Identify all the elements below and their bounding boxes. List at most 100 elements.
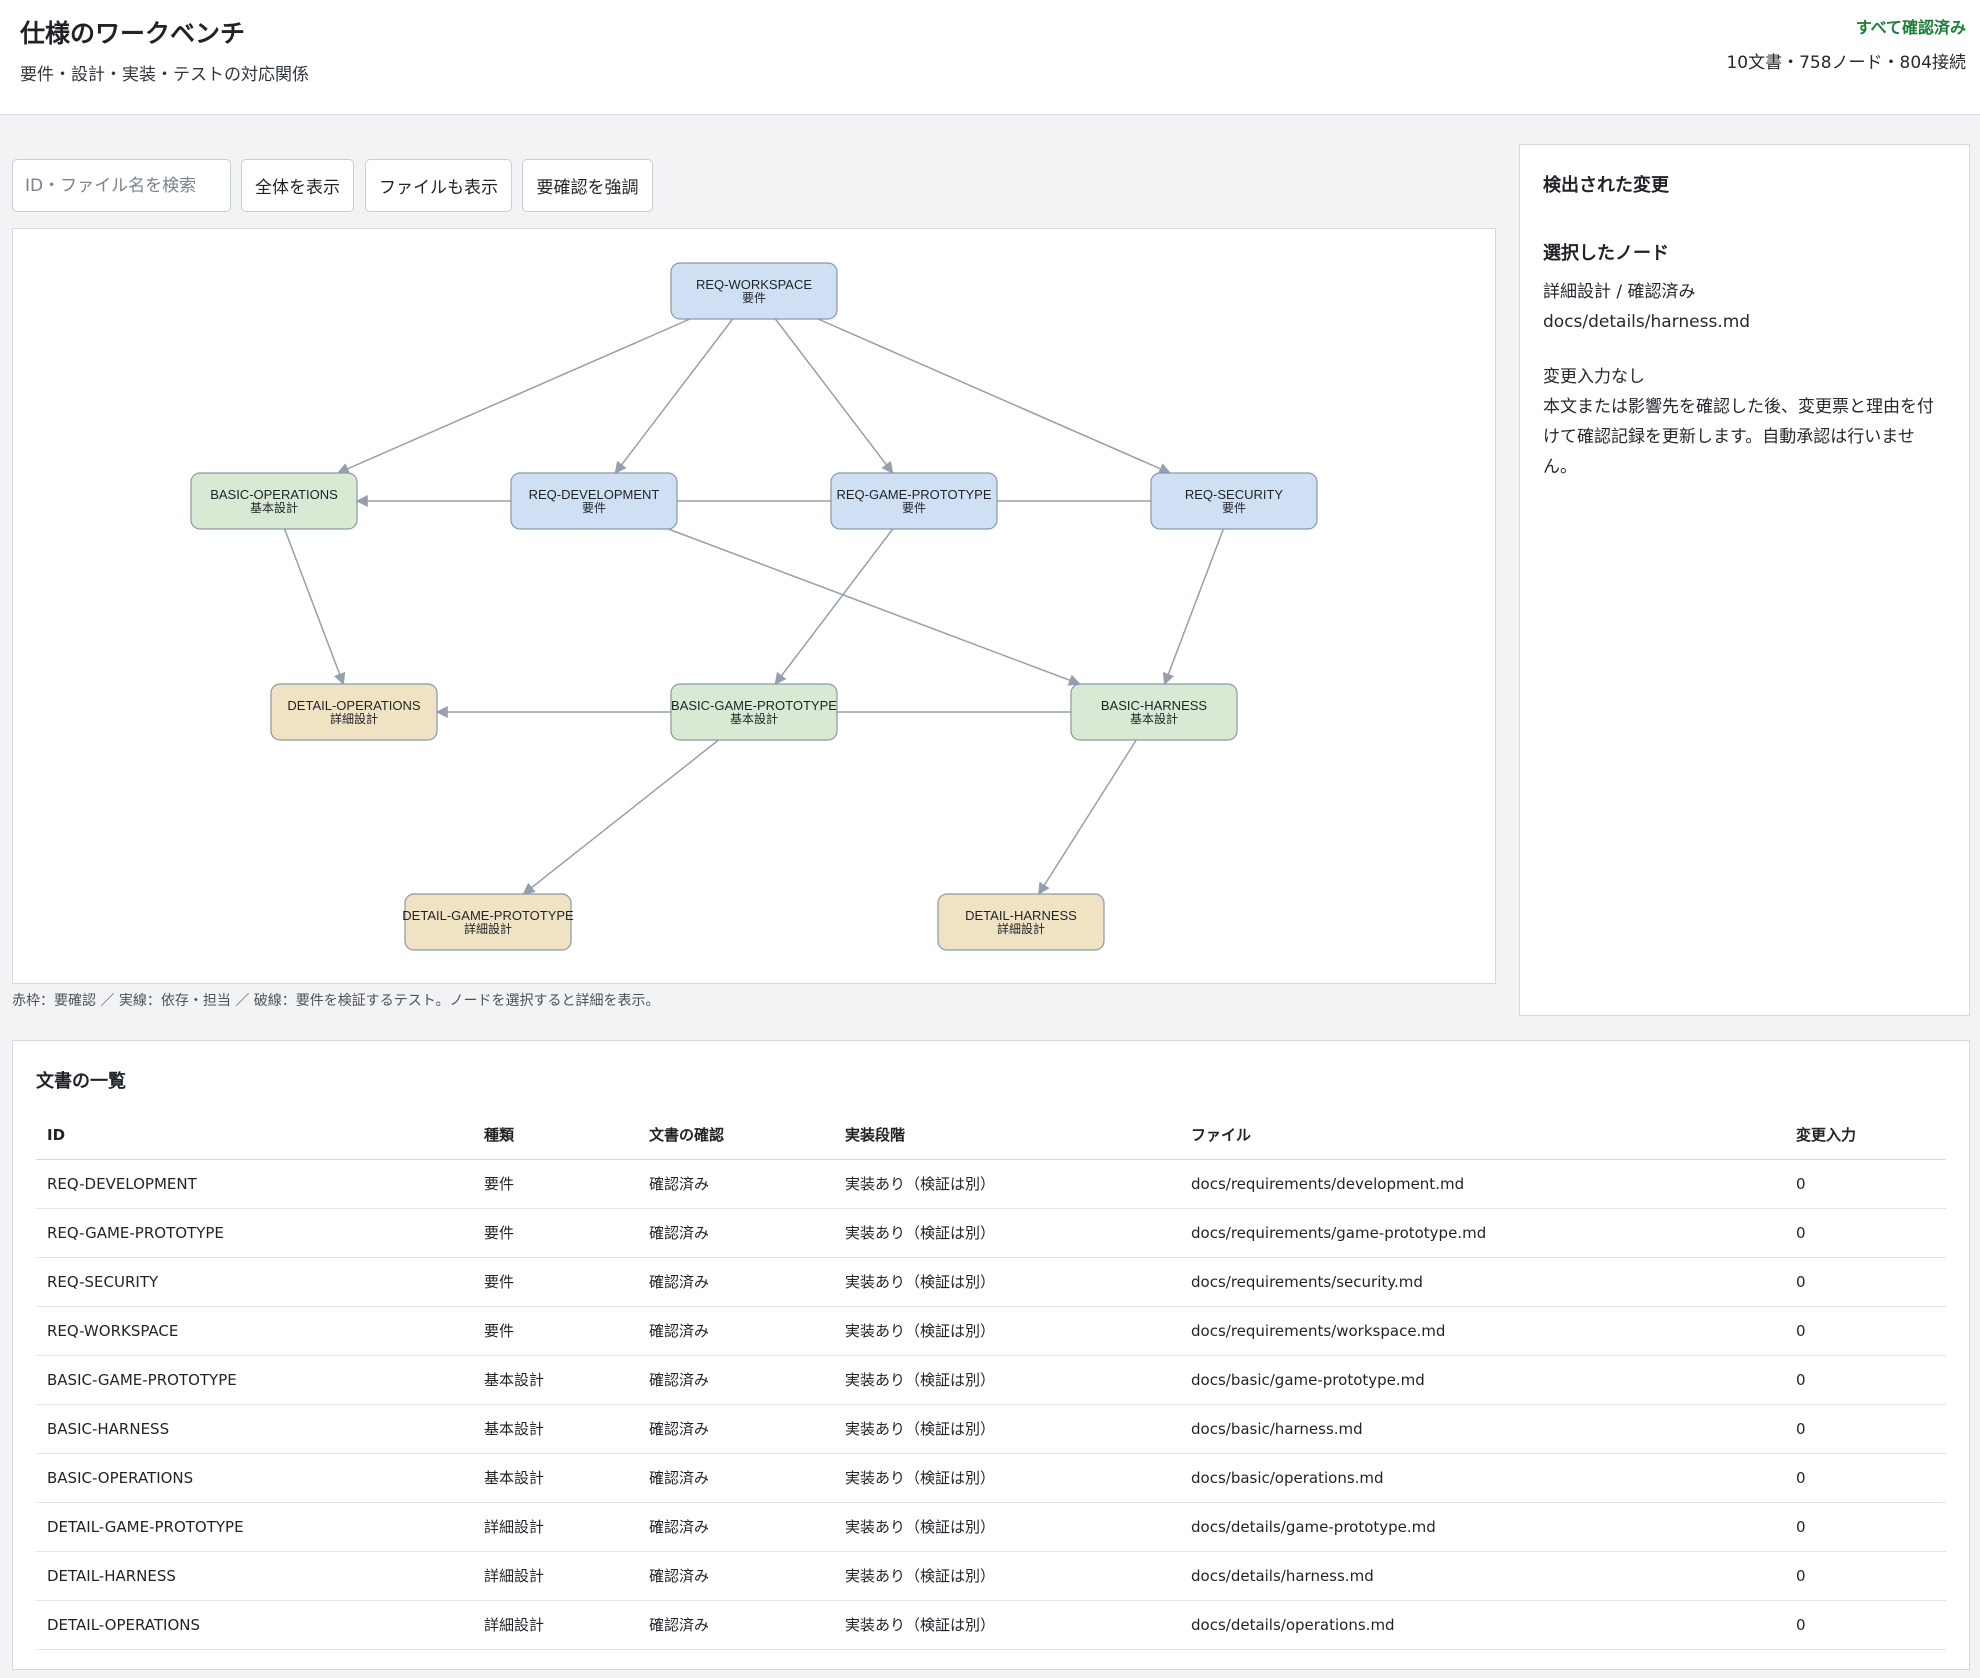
graph-node-id: REQ-GAME-PROTOTYPE	[836, 487, 991, 502]
table-row[interactable]: REQ-WORKSPACE 要件 確認済み 実装あり（検証は別） docs/requir…	[36, 1306, 1946, 1356]
column-header: ID	[36, 1111, 473, 1160]
graph-node-kind: 詳細設計	[997, 921, 1045, 936]
graph-edge	[1038, 739, 1137, 896]
graph-node-kind: 基本設計	[250, 500, 298, 515]
app-title: 仕様のワークベンチ	[20, 19, 246, 48]
graph-node[interactable]: REQ-WORKSPACE要件	[670, 262, 838, 320]
table-cell: 0	[1785, 1257, 1946, 1307]
table-cell: 詳細設計	[473, 1551, 638, 1601]
table-cell: 0	[1785, 1404, 1946, 1454]
graph-node-kind: 要件	[902, 501, 926, 515]
graph-node[interactable]: BASIC-OPERATIONS基本設計	[190, 472, 358, 530]
search-input[interactable]	[12, 159, 231, 212]
graph-node-id: BASIC-GAME-PROTOTYPE	[671, 698, 837, 713]
show-all-button[interactable]: 全体を表示	[241, 159, 354, 212]
table-row[interactable]: BASIC-OPERATIONS 基本設計 確認済み 実装あり（検証は別） docs/b…	[36, 1453, 1946, 1503]
table-cell: docs/basic/operations.md	[1180, 1453, 1785, 1503]
table-cell: 実装あり（検証は別）	[834, 1551, 1180, 1601]
table-cell: 0	[1785, 1502, 1946, 1552]
graph-legend: 赤枠：要確認 ／ 実線：依存・担当 ／ 破線：要件を検証するテスト。ノードを選択…	[12, 993, 660, 1009]
table-cell: REQ-WORKSPACE	[36, 1306, 473, 1356]
table-cell: 実装あり（検証は別）	[834, 1159, 1180, 1209]
table-cell: docs/basic/harness.md	[1180, 1404, 1785, 1454]
graph-node[interactable]: REQ-DEVELOPMENT要件	[510, 472, 678, 530]
stats-summary: 10文書・758ノード・804接続	[1726, 53, 1966, 73]
graph-edge	[774, 318, 894, 474]
graph-node[interactable]: DETAIL-GAME-PROTOTYPE詳細設計	[402, 893, 574, 951]
highlight-review-button[interactable]: 要確認を強調	[522, 159, 653, 212]
table-cell: 詳細設計	[473, 1502, 638, 1552]
table-row[interactable]: REQ-GAME-PROTOTYPE 要件 確認済み 実装あり（検証は別） docs/r…	[36, 1208, 1946, 1258]
table-cell: REQ-SECURITY	[36, 1257, 473, 1307]
graph-node-kind: 要件	[582, 501, 606, 515]
documents-table: ID 種類 文書の確認 実装段階 ファイル 変更入力 REQ-DEVELOPME…	[36, 1111, 1946, 1650]
table-row[interactable]: BASIC-GAME-PROTOTYPE 基本設計 確認済み 実装あり（検証は別） do…	[36, 1355, 1946, 1405]
table-cell: 0	[1785, 1551, 1946, 1601]
graph-node[interactable]: REQ-GAME-PROTOTYPE要件	[830, 472, 998, 530]
graph-edge	[614, 318, 734, 474]
table-cell: docs/requirements/workspace.md	[1180, 1306, 1785, 1356]
table-cell: 確認済み	[638, 1404, 834, 1454]
table-cell: docs/requirements/game-prototype.md	[1180, 1208, 1785, 1258]
graph-node-kind: 詳細設計	[464, 921, 512, 936]
table-cell: 要件	[473, 1159, 638, 1209]
selected-node-heading: 選択したノード	[1543, 243, 1669, 264]
dependency-graph: REQ-WORKSPACE要件 BASIC-OPERATIONS基本設計 REQ-D…	[190, 262, 1318, 951]
table-row[interactable]: BASIC-HARNESS 基本設計 確認済み 実装あり（検証は別） docs/basi…	[36, 1404, 1946, 1454]
graph-node[interactable]: BASIC-GAME-PROTOTYPE基本設計	[670, 683, 838, 741]
graph-node-id: DETAIL-GAME-PROTOTYPE	[402, 908, 574, 923]
graph-edge	[817, 318, 1172, 475]
graph-node[interactable]: DETAIL-HARNESS詳細設計	[937, 893, 1105, 951]
table-row[interactable]: DETAIL-OPERATIONS 詳細設計 確認済み 実装あり（検証は別） docs/…	[36, 1600, 1946, 1650]
table-cell: 基本設計	[473, 1453, 638, 1503]
table-row[interactable]: DETAIL-GAME-PROTOTYPE 詳細設計 確認済み 実装あり（検証は別） d…	[36, 1502, 1946, 1552]
table-cell: docs/details/harness.md	[1180, 1551, 1785, 1601]
table-cell: REQ-DEVELOPMENT	[36, 1159, 473, 1209]
table-cell: BASIC-GAME-PROTOTYPE	[36, 1355, 473, 1405]
table-cell: 基本設計	[473, 1404, 638, 1454]
table-cell: 確認済み	[638, 1257, 834, 1307]
table-cell: 確認済み	[638, 1306, 834, 1356]
table-cell: 要件	[473, 1306, 638, 1356]
graph-edge	[522, 739, 719, 895]
table-cell: 実装あり（検証は別）	[834, 1355, 1180, 1405]
table-row[interactable]: REQ-SECURITY 要件 確認済み 実装あり（検証は別） docs/require…	[36, 1257, 1946, 1307]
table-cell: 実装あり（検証は別）	[834, 1404, 1180, 1454]
table-cell: 0	[1785, 1159, 1946, 1209]
graph-edge	[668, 528, 1081, 686]
table-cell: 確認済み	[638, 1208, 834, 1258]
table-cell: 実装あり（検証は別）	[834, 1306, 1180, 1356]
table-cell: docs/details/operations.md	[1180, 1600, 1785, 1650]
table-cell: 確認済み	[638, 1159, 834, 1209]
table-cell: docs/requirements/development.md	[1180, 1159, 1785, 1209]
table-cell: DETAIL-GAME-PROTOTYPE	[36, 1502, 473, 1552]
graph-node[interactable]: BASIC-HARNESS基本設計	[1070, 683, 1238, 741]
table-cell: DETAIL-OPERATIONS	[36, 1600, 473, 1650]
table-cell: BASIC-HARNESS	[36, 1404, 473, 1454]
status-badge: すべて確認済み	[1855, 18, 1966, 37]
show-files-button[interactable]: ファイルも表示	[365, 159, 512, 212]
side-panel: 検出された変更 選択したノード 詳細設計 / 確認済み docs/details…	[1519, 144, 1970, 1016]
graph-node[interactable]: DETAIL-OPERATIONS詳細設計	[270, 683, 438, 741]
table-cell: 0	[1785, 1453, 1946, 1503]
table-row[interactable]: REQ-DEVELOPMENT 要件 確認済み 実装あり（検証は別） docs/requ…	[36, 1159, 1946, 1209]
graph-edge	[336, 318, 691, 475]
table-cell: 0	[1785, 1355, 1946, 1405]
table-cell: 実装あり（検証は別）	[834, 1453, 1180, 1503]
graph-edge	[283, 528, 346, 686]
documents-title: 文書の一覧	[36, 1071, 126, 1092]
graph-node[interactable]: REQ-SECURITY要件	[1150, 472, 1318, 530]
table-cell: REQ-GAME-PROTOTYPE	[36, 1208, 473, 1258]
app-subtitle: 要件・設計・実装・テストの対応関係	[20, 65, 309, 85]
column-header: 文書の確認	[638, 1111, 834, 1160]
table-cell: 0	[1785, 1600, 1946, 1650]
table-cell: 実装あり（検証は別）	[834, 1257, 1180, 1307]
table-cell: docs/basic/game-prototype.md	[1180, 1355, 1785, 1405]
table-cell: 確認済み	[638, 1551, 834, 1601]
table-cell: docs/requirements/security.md	[1180, 1257, 1785, 1307]
table-row[interactable]: DETAIL-HARNESS 詳細設計 確認済み 実装あり（検証は別） docs/det…	[36, 1551, 1946, 1601]
table-cell: DETAIL-HARNESS	[36, 1551, 473, 1601]
header-status-area: すべて確認済み 10文書・758ノード・804接続	[1726, 14, 1966, 73]
graph-node-kind: 要件	[742, 291, 766, 305]
change-input-description: 本文または影響先を確認した後、変更票と理由を付けて確認記録を更新します。自動承認…	[1543, 397, 1934, 477]
